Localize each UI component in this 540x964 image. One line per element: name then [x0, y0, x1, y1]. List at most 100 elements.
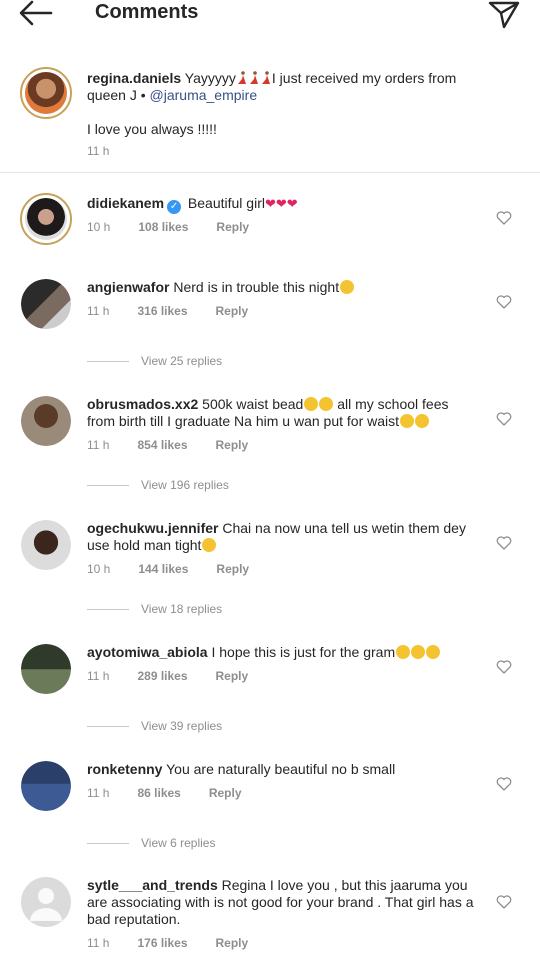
reply-button[interactable]: Reply	[209, 786, 242, 800]
timestamp: 11 h	[87, 669, 110, 683]
comment-text: ronketenny You are naturally beautiful n…	[87, 761, 396, 777]
avatar[interactable]	[21, 279, 71, 329]
laughing-emoji-icon	[396, 645, 411, 659]
mention-link[interactable]: @jaruma_empire	[150, 87, 258, 103]
view-replies-button[interactable]: View 6 replies	[87, 836, 215, 850]
avatar[interactable]	[21, 644, 71, 694]
share-button[interactable]	[488, 0, 520, 30]
comment-meta: 11 h 854 likes Reply	[87, 438, 248, 452]
comment-text: sytle___and_trends Regina I love you , b…	[87, 877, 474, 927]
view-replies-button[interactable]: View 39 replies	[87, 719, 222, 733]
timestamp: 10 h	[87, 562, 111, 576]
likes-count[interactable]: 108 likes	[138, 220, 188, 234]
back-arrow-icon	[19, 0, 53, 26]
comment-meta: 11 h 86 likes Reply	[87, 786, 242, 800]
laughing-emoji-icon	[304, 397, 319, 411]
divider	[87, 484, 129, 486]
reply-button[interactable]: Reply	[216, 438, 249, 452]
view-replies-button[interactable]: View 18 replies	[87, 602, 222, 616]
likes-count[interactable]: 86 likes	[137, 786, 180, 800]
reply-button[interactable]: Reply	[216, 562, 249, 576]
timestamp: 11 h	[87, 144, 110, 158]
username[interactable]: sytle___and_trends	[87, 877, 218, 893]
timestamp: 11 h	[87, 936, 110, 950]
likes-count[interactable]: 144 likes	[138, 562, 188, 576]
comment-text: ogechukwu.jennifer Chai na now una tell …	[87, 520, 466, 553]
laughing-emoji-icon	[411, 645, 426, 659]
comment-row: ronketenny You are naturally beautiful n…	[0, 761, 540, 853]
avatar[interactable]	[21, 520, 71, 570]
dancer-emoji-icon	[249, 71, 258, 84]
likes-count[interactable]: 316 likes	[137, 304, 187, 318]
red-heart-emoji-icon: ❤❤❤	[264, 196, 298, 211]
laughing-emoji-icon	[340, 280, 355, 294]
caption-meta: 11 h	[87, 144, 109, 158]
divider	[87, 842, 129, 844]
reply-button[interactable]: Reply	[216, 220, 249, 234]
post-caption: regina.daniels Yayyyyy I just received my…	[0, 62, 540, 172]
sad-emoji-icon	[202, 538, 217, 552]
comment-row: didiekanem ✓ Beautiful girl❤❤❤ 10 h 108 l…	[0, 193, 540, 248]
timestamp: 11 h	[87, 304, 110, 318]
avatar[interactable]	[20, 67, 72, 119]
divider	[87, 725, 129, 727]
comment-meta: 10 h 144 likes Reply	[87, 562, 249, 576]
comment-row: obrusmados.xx2 500k waist bead all my sc…	[0, 396, 540, 496]
comment-row: ayotomiwa_abiola I hope this is just for…	[0, 644, 540, 736]
laughing-emoji-icon	[319, 397, 334, 411]
likes-count[interactable]: 176 likes	[137, 936, 187, 950]
caption-text: regina.daniels Yayyyyy I just received my…	[87, 70, 457, 103]
comment-text: didiekanem ✓ Beautiful girl❤❤❤	[87, 195, 298, 214]
likes-count[interactable]: 854 likes	[137, 438, 187, 452]
view-replies-button[interactable]: View 25 replies	[87, 354, 222, 368]
comment-meta: 11 h 316 likes Reply	[87, 304, 248, 318]
comment-text: angienwafor Nerd is in trouble this nigh…	[87, 279, 467, 296]
heart-outline-icon[interactable]	[496, 776, 512, 792]
dancer-emoji-icon	[261, 71, 270, 84]
divider	[87, 360, 129, 362]
heart-outline-icon[interactable]	[496, 894, 512, 910]
comment-text: obrusmados.xx2 500k waist bead all my sc…	[87, 396, 449, 429]
username[interactable]: didiekanem	[87, 195, 164, 211]
reply-button[interactable]: Reply	[216, 669, 249, 683]
avatar[interactable]	[20, 193, 72, 245]
comment-row: sytle___and_trends Regina I love you , b…	[0, 877, 540, 962]
back-button[interactable]	[18, 0, 56, 30]
heart-outline-icon[interactable]	[496, 659, 512, 675]
divider	[87, 608, 129, 610]
send-icon	[488, 1, 520, 29]
comment-row: ogechukwu.jennifer Chai na now una tell …	[0, 520, 540, 620]
avatar[interactable]	[21, 877, 71, 927]
verified-badge-icon: ✓	[167, 200, 182, 214]
username[interactable]: ayotomiwa_abiola	[87, 644, 208, 660]
reply-button[interactable]: Reply	[216, 304, 249, 318]
username[interactable]: regina.daniels	[87, 70, 181, 86]
timestamp: 10 h	[87, 220, 111, 234]
comment-text: ayotomiwa_abiola I hope this is just for…	[87, 644, 467, 661]
dancer-emoji-icon	[237, 71, 246, 84]
comment-meta: 11 h 289 likes Reply	[87, 669, 248, 683]
username[interactable]: obrusmados.xx2	[87, 396, 198, 412]
avatar[interactable]	[21, 761, 71, 811]
comment-row: angienwafor Nerd is in trouble this nigh…	[0, 279, 540, 374]
username[interactable]: ronketenny	[87, 761, 162, 777]
laughing-emoji-icon	[400, 414, 415, 428]
divider	[0, 172, 540, 173]
laughing-emoji-icon	[426, 645, 441, 659]
heart-outline-icon[interactable]	[496, 294, 512, 310]
heart-outline-icon[interactable]	[496, 411, 512, 427]
username[interactable]: ogechukwu.jennifer	[87, 520, 218, 536]
timestamp: 11 h	[87, 438, 110, 452]
heart-outline-icon[interactable]	[496, 535, 512, 551]
top-bar: Comments	[0, 0, 540, 44]
username[interactable]: angienwafor	[87, 279, 169, 295]
page-title: Comments	[95, 1, 199, 23]
reply-button[interactable]: Reply	[216, 936, 249, 950]
avatar[interactable]	[21, 396, 71, 446]
heart-outline-icon[interactable]	[496, 210, 512, 226]
default-avatar-icon	[30, 888, 62, 921]
likes-count[interactable]: 289 likes	[137, 669, 187, 683]
comment-meta: 11 h 176 likes Reply	[87, 936, 248, 950]
view-replies-button[interactable]: View 196 replies	[87, 478, 229, 492]
timestamp: 11 h	[87, 786, 110, 800]
